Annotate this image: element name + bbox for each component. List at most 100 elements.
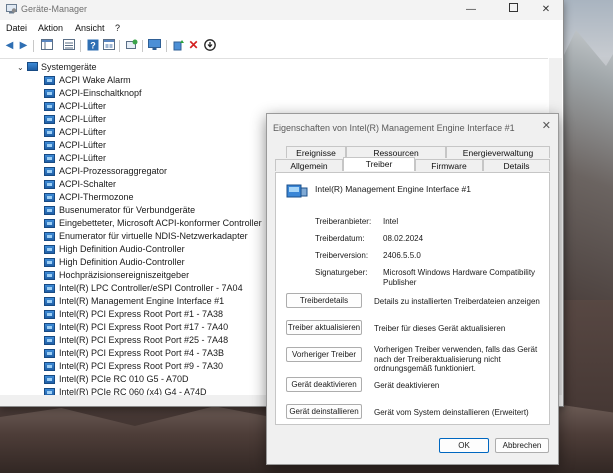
device-icon bbox=[44, 349, 55, 358]
tree-item[interactable]: High Definition Audio-Controller bbox=[44, 256, 262, 269]
tab-firmware[interactable]: Firmware bbox=[415, 159, 483, 171]
tree-item-label: Intel(R) PCIe RC 010 G5 - A70D bbox=[59, 374, 189, 384]
monitor-icon[interactable] bbox=[148, 39, 161, 52]
maximize-icon bbox=[508, 3, 518, 12]
menu-datei[interactable]: Datei bbox=[6, 23, 27, 33]
help-icon[interactable]: ? bbox=[86, 39, 99, 52]
tree-item-label: ACPI-Lüfter bbox=[59, 153, 107, 163]
tree-item[interactable]: Intel(R) PCI Express Root Port #1 - 7A38 bbox=[44, 308, 262, 321]
tab-treiber[interactable]: Treiber bbox=[343, 157, 415, 171]
tree-item[interactable]: Intel(R) PCIe RC 010 G5 - A70D bbox=[44, 373, 262, 386]
tree-item-label: Busenumerator für Verbundgeräte bbox=[59, 205, 196, 215]
properties-icon[interactable] bbox=[102, 39, 115, 52]
tree-item-label: ACPI-Lüfter bbox=[59, 127, 107, 137]
maximize-button[interactable] bbox=[496, 0, 530, 20]
tree-item-label: Eingebetteter, Microsoft ACPI-konformer … bbox=[59, 218, 262, 228]
device-icon bbox=[44, 154, 55, 163]
close-button[interactable]: ✕ bbox=[529, 0, 563, 20]
cancel-button[interactable]: Abbrechen bbox=[495, 438, 549, 453]
svg-text:?: ? bbox=[90, 41, 96, 51]
driver-version-label: Treiberversion: bbox=[315, 251, 369, 260]
roll-back-driver-desc: Vorherigen Treiber verwenden, falls das … bbox=[374, 345, 538, 373]
tree-item-label: ACPI-Einschaltknopf bbox=[59, 88, 142, 98]
tree-item[interactable]: Intel(R) PCI Express Root Port #4 - 7A3B bbox=[44, 347, 262, 360]
title-bar[interactable]: Geräte-Manager — ✕ bbox=[0, 0, 563, 20]
tree-item[interactable]: Intel(R) Management Engine Interface #1 bbox=[44, 295, 262, 308]
tree-item-label: ACPI-Schalter bbox=[59, 179, 117, 189]
tree-item-label: ACPI Wake Alarm bbox=[59, 75, 131, 85]
tree-item-label: Intel(R) Management Engine Interface #1 bbox=[59, 296, 225, 306]
tree-item[interactable]: Hochpräzisionsereigniszeitgeber bbox=[44, 269, 262, 282]
scan-hardware-icon[interactable] bbox=[125, 39, 138, 52]
tree-item[interactable]: High Definition Audio-Controller bbox=[44, 243, 262, 256]
dialog-close-icon[interactable]: ✕ bbox=[542, 119, 551, 132]
chevron-down-icon[interactable]: ⌄ bbox=[17, 61, 27, 74]
tree-item[interactable]: ACPI-Lüfter bbox=[44, 126, 262, 139]
tree-item-label: Enumerator für virtuelle NDIS-Netzwerkad… bbox=[59, 231, 248, 241]
tree-item-label: Hochpräzisionsereigniszeitgeber bbox=[59, 270, 190, 280]
driver-details-button[interactable]: Treiberdetails bbox=[286, 293, 362, 308]
uninstall-device-desc: Gerät vom System deinstallieren (Erweite… bbox=[374, 408, 529, 417]
toolbar-separator bbox=[119, 40, 120, 52]
device-icon bbox=[44, 115, 55, 124]
update-driver-desc: Treiber für dieses Gerät aktualisieren bbox=[374, 324, 506, 333]
tree-item[interactable]: Intel(R) LPC Controller/eSPI Controller … bbox=[44, 282, 262, 295]
device-icon bbox=[44, 180, 55, 189]
tab-details[interactable]: Details bbox=[483, 159, 550, 171]
tree-item-label: Intel(R) PCI Express Root Port #9 - 7A30 bbox=[59, 361, 224, 371]
device-icon bbox=[44, 89, 55, 98]
tree-item[interactable]: Eingebetteter, Microsoft ACPI-konformer … bbox=[44, 217, 262, 230]
tree-item-label: ACPI-Thermozone bbox=[59, 192, 134, 202]
tree-item[interactable]: ACPI-Lüfter bbox=[44, 139, 262, 152]
window-title: Geräte-Manager bbox=[21, 4, 88, 14]
roll-back-driver-button[interactable]: Vorheriger Treiber bbox=[286, 347, 362, 362]
tree-item[interactable]: Busenumerator für Verbundgeräte bbox=[44, 204, 262, 217]
disable-device-desc: Gerät deaktivieren bbox=[374, 381, 440, 390]
tree-item[interactable]: ACPI-Lüfter bbox=[44, 113, 262, 126]
driver-date-label: Treiberdatum: bbox=[315, 234, 365, 243]
device-icon bbox=[44, 362, 55, 371]
tree-item-label: ACPI-Lüfter bbox=[59, 114, 107, 124]
tree-item[interactable]: Intel(R) PCI Express Root Port #25 - 7A4… bbox=[44, 334, 262, 347]
disable-device-button[interactable]: Gerät deaktivieren bbox=[286, 377, 362, 392]
update-driver-icon[interactable] bbox=[172, 39, 185, 52]
download-circle-icon[interactable] bbox=[203, 39, 216, 52]
tab-ereignisse[interactable]: Ereignisse bbox=[286, 146, 346, 158]
tree-children: ACPI Wake Alarm ACPI-Einschaltknopf ACPI-L… bbox=[44, 74, 262, 397]
device-icon bbox=[44, 232, 55, 241]
device-icon bbox=[44, 375, 55, 384]
forward-arrow-icon[interactable]: ▶ bbox=[17, 39, 30, 52]
show-hide-console-tree-icon[interactable] bbox=[40, 39, 53, 52]
tree-item-label: Intel(R) LPC Controller/eSPI Controller … bbox=[59, 283, 243, 293]
tree-item[interactable]: ACPI-Lüfter bbox=[44, 100, 262, 113]
uninstall-device-button[interactable]: Gerät deinstallieren bbox=[286, 404, 362, 419]
menu-aktion[interactable]: Aktion bbox=[38, 23, 63, 33]
tab-energieverwaltung[interactable]: Energieverwaltung bbox=[446, 146, 550, 158]
menu-help[interactable]: ? bbox=[115, 23, 120, 33]
toolbar-separator bbox=[33, 40, 34, 52]
minimize-button[interactable]: — bbox=[454, 0, 488, 20]
menu-ansicht[interactable]: Ansicht bbox=[75, 23, 105, 33]
driver-tab-panel: Intel(R) Management Engine Interface #1 … bbox=[275, 172, 550, 425]
ok-button[interactable]: OK bbox=[439, 438, 489, 453]
tree-item[interactable]: ACPI-Schalter bbox=[44, 178, 262, 191]
tree-item[interactable]: Intel(R) PCI Express Root Port #9 - 7A30 bbox=[44, 360, 262, 373]
tree-node-systemgeraete[interactable]: ⌄ Systemgeräte bbox=[17, 61, 97, 74]
tree-item[interactable]: ACPI-Lüfter bbox=[44, 152, 262, 165]
uninstall-x-icon[interactable]: ✕ bbox=[187, 39, 200, 52]
tree-item[interactable]: ACPI-Prozessoraggregator bbox=[44, 165, 262, 178]
tree-item[interactable]: ACPI-Thermozone bbox=[44, 191, 262, 204]
tree-item[interactable]: Enumerator für virtuelle NDIS-Netzwerkad… bbox=[44, 230, 262, 243]
device-icon bbox=[44, 219, 55, 228]
tree-item[interactable]: ACPI-Einschaltknopf bbox=[44, 87, 262, 100]
tree-item-label: Intel(R) PCI Express Root Port #4 - 7A3B bbox=[59, 348, 225, 358]
properties-list-icon[interactable] bbox=[62, 39, 75, 52]
device-name: Intel(R) Management Engine Interface #1 bbox=[315, 184, 471, 194]
tree-item[interactable]: ACPI Wake Alarm bbox=[44, 74, 262, 87]
device-icon bbox=[44, 323, 55, 332]
toolbar-separator bbox=[80, 40, 81, 52]
back-arrow-icon[interactable]: ◀ bbox=[3, 39, 16, 52]
tree-item[interactable]: Intel(R) PCI Express Root Port #17 - 7A4… bbox=[44, 321, 262, 334]
update-driver-button[interactable]: Treiber aktualisieren bbox=[286, 320, 362, 335]
tab-allgemein[interactable]: Allgemein bbox=[275, 159, 343, 171]
